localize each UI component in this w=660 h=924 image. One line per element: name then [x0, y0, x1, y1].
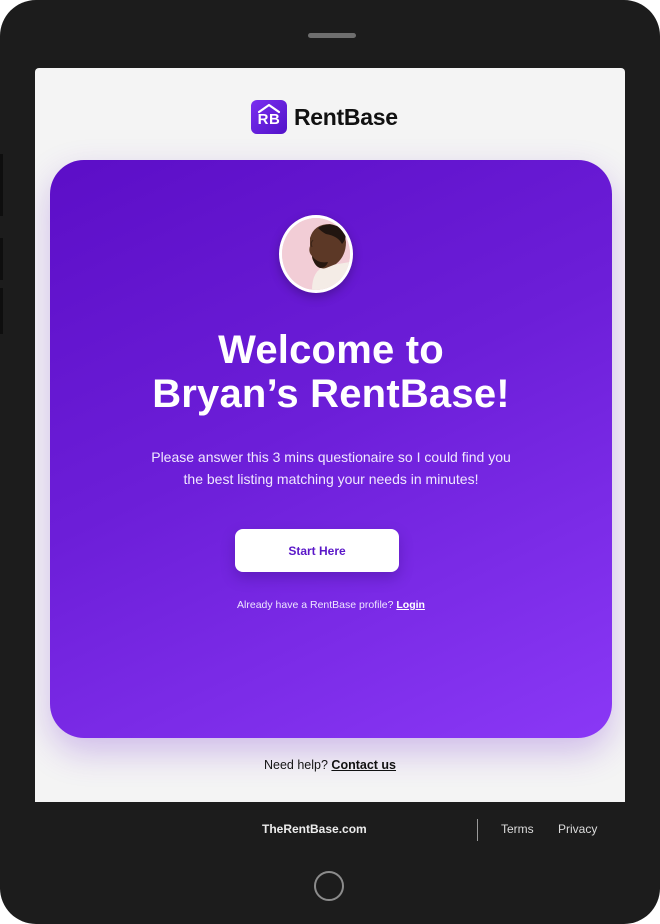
headline-line-1: Welcome to: [218, 328, 444, 372]
logo-icon: RB: [251, 100, 287, 134]
logo-letters: RB: [257, 111, 281, 128]
footer-terms-link[interactable]: Terms: [501, 822, 534, 836]
brand-header[interactable]: RB RentBase: [251, 100, 398, 134]
speaker-grille: [308, 33, 356, 38]
subtext-line-1: Please answer this 3 mins questionaire s…: [151, 449, 511, 465]
welcome-subtext: Please answer this 3 mins questionaire s…: [130, 446, 532, 490]
side-button-lower: [0, 288, 3, 334]
brand-name: RentBase: [294, 103, 398, 130]
footer-divider: [477, 819, 478, 841]
footer-privacy-link[interactable]: Privacy: [558, 822, 597, 836]
app-screen: RB RentBase Welcome to Bryan’s RentBase!: [35, 68, 625, 802]
login-prompt-text: Already have a RentBase profile?: [237, 599, 394, 611]
footer-site-link[interactable]: TheRentBase.com: [262, 822, 367, 836]
subtext-line-2: the best listing matching your needs in …: [183, 471, 479, 487]
welcome-card: Welcome to Bryan’s RentBase! Please answ…: [50, 160, 612, 738]
login-prompt-row: Already have a RentBase profile? Login: [50, 599, 612, 611]
welcome-headline: Welcome to Bryan’s RentBase!: [50, 328, 612, 416]
avatar: [279, 215, 353, 293]
start-here-button[interactable]: Start Here: [235, 529, 399, 572]
side-button-bottom: [0, 238, 3, 280]
side-button-top: [0, 154, 3, 216]
help-row: Need help? Contact us: [35, 758, 625, 772]
profile-photo: [282, 218, 350, 290]
tablet-device-frame: RB RentBase Welcome to Bryan’s RentBase!: [0, 0, 660, 924]
contact-us-link[interactable]: Contact us: [331, 758, 396, 772]
headline-line-2: Bryan’s RentBase!: [152, 372, 510, 416]
help-prompt-text: Need help?: [263, 758, 328, 772]
login-link[interactable]: Login: [396, 599, 425, 611]
home-button-icon[interactable]: [314, 871, 344, 901]
